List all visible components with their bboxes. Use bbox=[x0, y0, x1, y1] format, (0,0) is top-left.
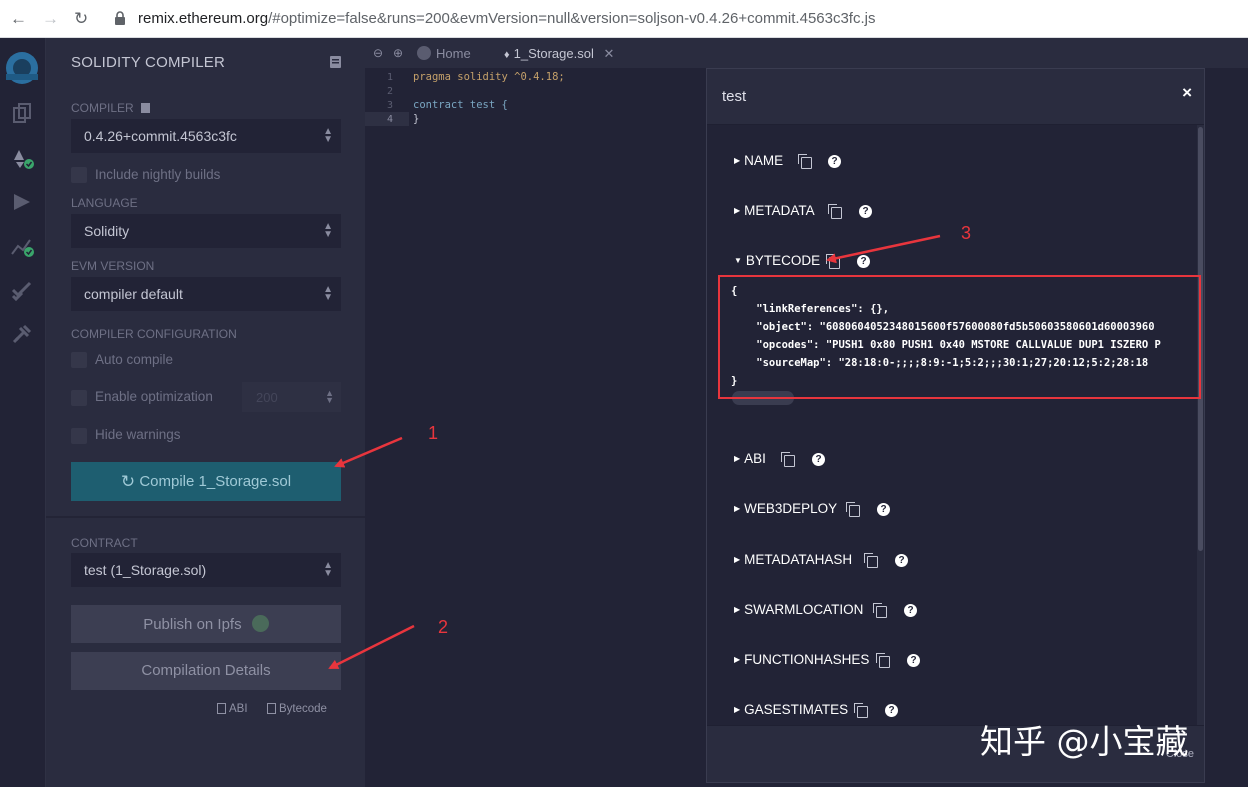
watermark: 知乎 @小宝藏 bbox=[980, 722, 1189, 761]
annotation-number: 1 bbox=[428, 423, 439, 443]
annotation-number: 3 bbox=[961, 223, 972, 243]
arrow-to-bytecode bbox=[826, 234, 941, 264]
arrow-to-compile bbox=[334, 436, 403, 468]
annotation-arrows bbox=[328, 234, 941, 670]
annotation-number: 2 bbox=[438, 617, 449, 637]
arrow-to-details bbox=[328, 624, 415, 670]
